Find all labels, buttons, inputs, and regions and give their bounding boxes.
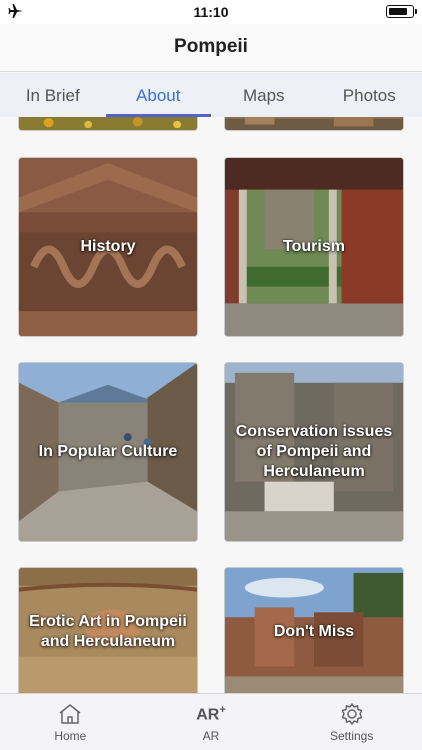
card-dont-miss[interactable]: Don't Miss (224, 567, 404, 693)
tabbar-label: Home (54, 729, 87, 743)
card-tourism[interactable]: Tourism (224, 157, 404, 337)
tab-in-brief[interactable]: In Brief (0, 73, 106, 117)
card-label: In Popular Culture (38, 443, 178, 460)
card-in-popular-culture[interactable]: In Popular Culture (18, 362, 198, 542)
topic-grid: History Tourism In Popular Culture Conse… (0, 117, 422, 693)
screen: 11:10 Pompeii In Brief About Maps Photos (0, 0, 422, 750)
ar-icon: AR+ (196, 704, 226, 724)
card-label: Erotic Art in Pompeii and Herculaneum (29, 613, 187, 650)
bottom-tab-bar: Home AR+ AR Settings (0, 693, 422, 750)
status-bar: 11:10 (0, 0, 422, 24)
card-partial-left[interactable] (18, 117, 198, 131)
nav-bar: Pompeii (0, 24, 422, 72)
card-label: Conservation issues of Pompeii and Hercu… (235, 423, 393, 480)
page-title: Pompeii (174, 36, 248, 57)
card-conservation-issues[interactable]: Conservation issues of Pompeii and Hercu… (224, 362, 404, 542)
ruins-photo (225, 117, 403, 130)
status-time: 11:10 (193, 4, 229, 20)
segment-tabs: In Brief About Maps Photos (0, 73, 422, 117)
card-label: History (80, 238, 136, 255)
tabbar-settings[interactable]: Settings (281, 694, 422, 750)
home-icon (59, 704, 81, 724)
tab-photos[interactable]: Photos (317, 73, 422, 117)
tab-maps[interactable]: Maps (211, 73, 317, 117)
tabbar-label: Settings (330, 729, 374, 743)
card-history[interactable]: History (18, 157, 198, 337)
card-partial-right[interactable] (224, 117, 404, 131)
card-label: Don't Miss (273, 623, 355, 640)
tabbar-home[interactable]: Home (0, 694, 141, 750)
gear-icon (341, 703, 362, 725)
card-label: Tourism (283, 238, 345, 255)
card-erotic-art[interactable]: Erotic Art in Pompeii and Herculaneum (18, 567, 198, 693)
tabbar-ar[interactable]: AR+ AR (141, 694, 282, 750)
tabbar-label: AR (202, 729, 220, 743)
tab-about[interactable]: About (105, 73, 212, 117)
flowers-photo (19, 117, 197, 130)
battery-icon (386, 5, 417, 18)
